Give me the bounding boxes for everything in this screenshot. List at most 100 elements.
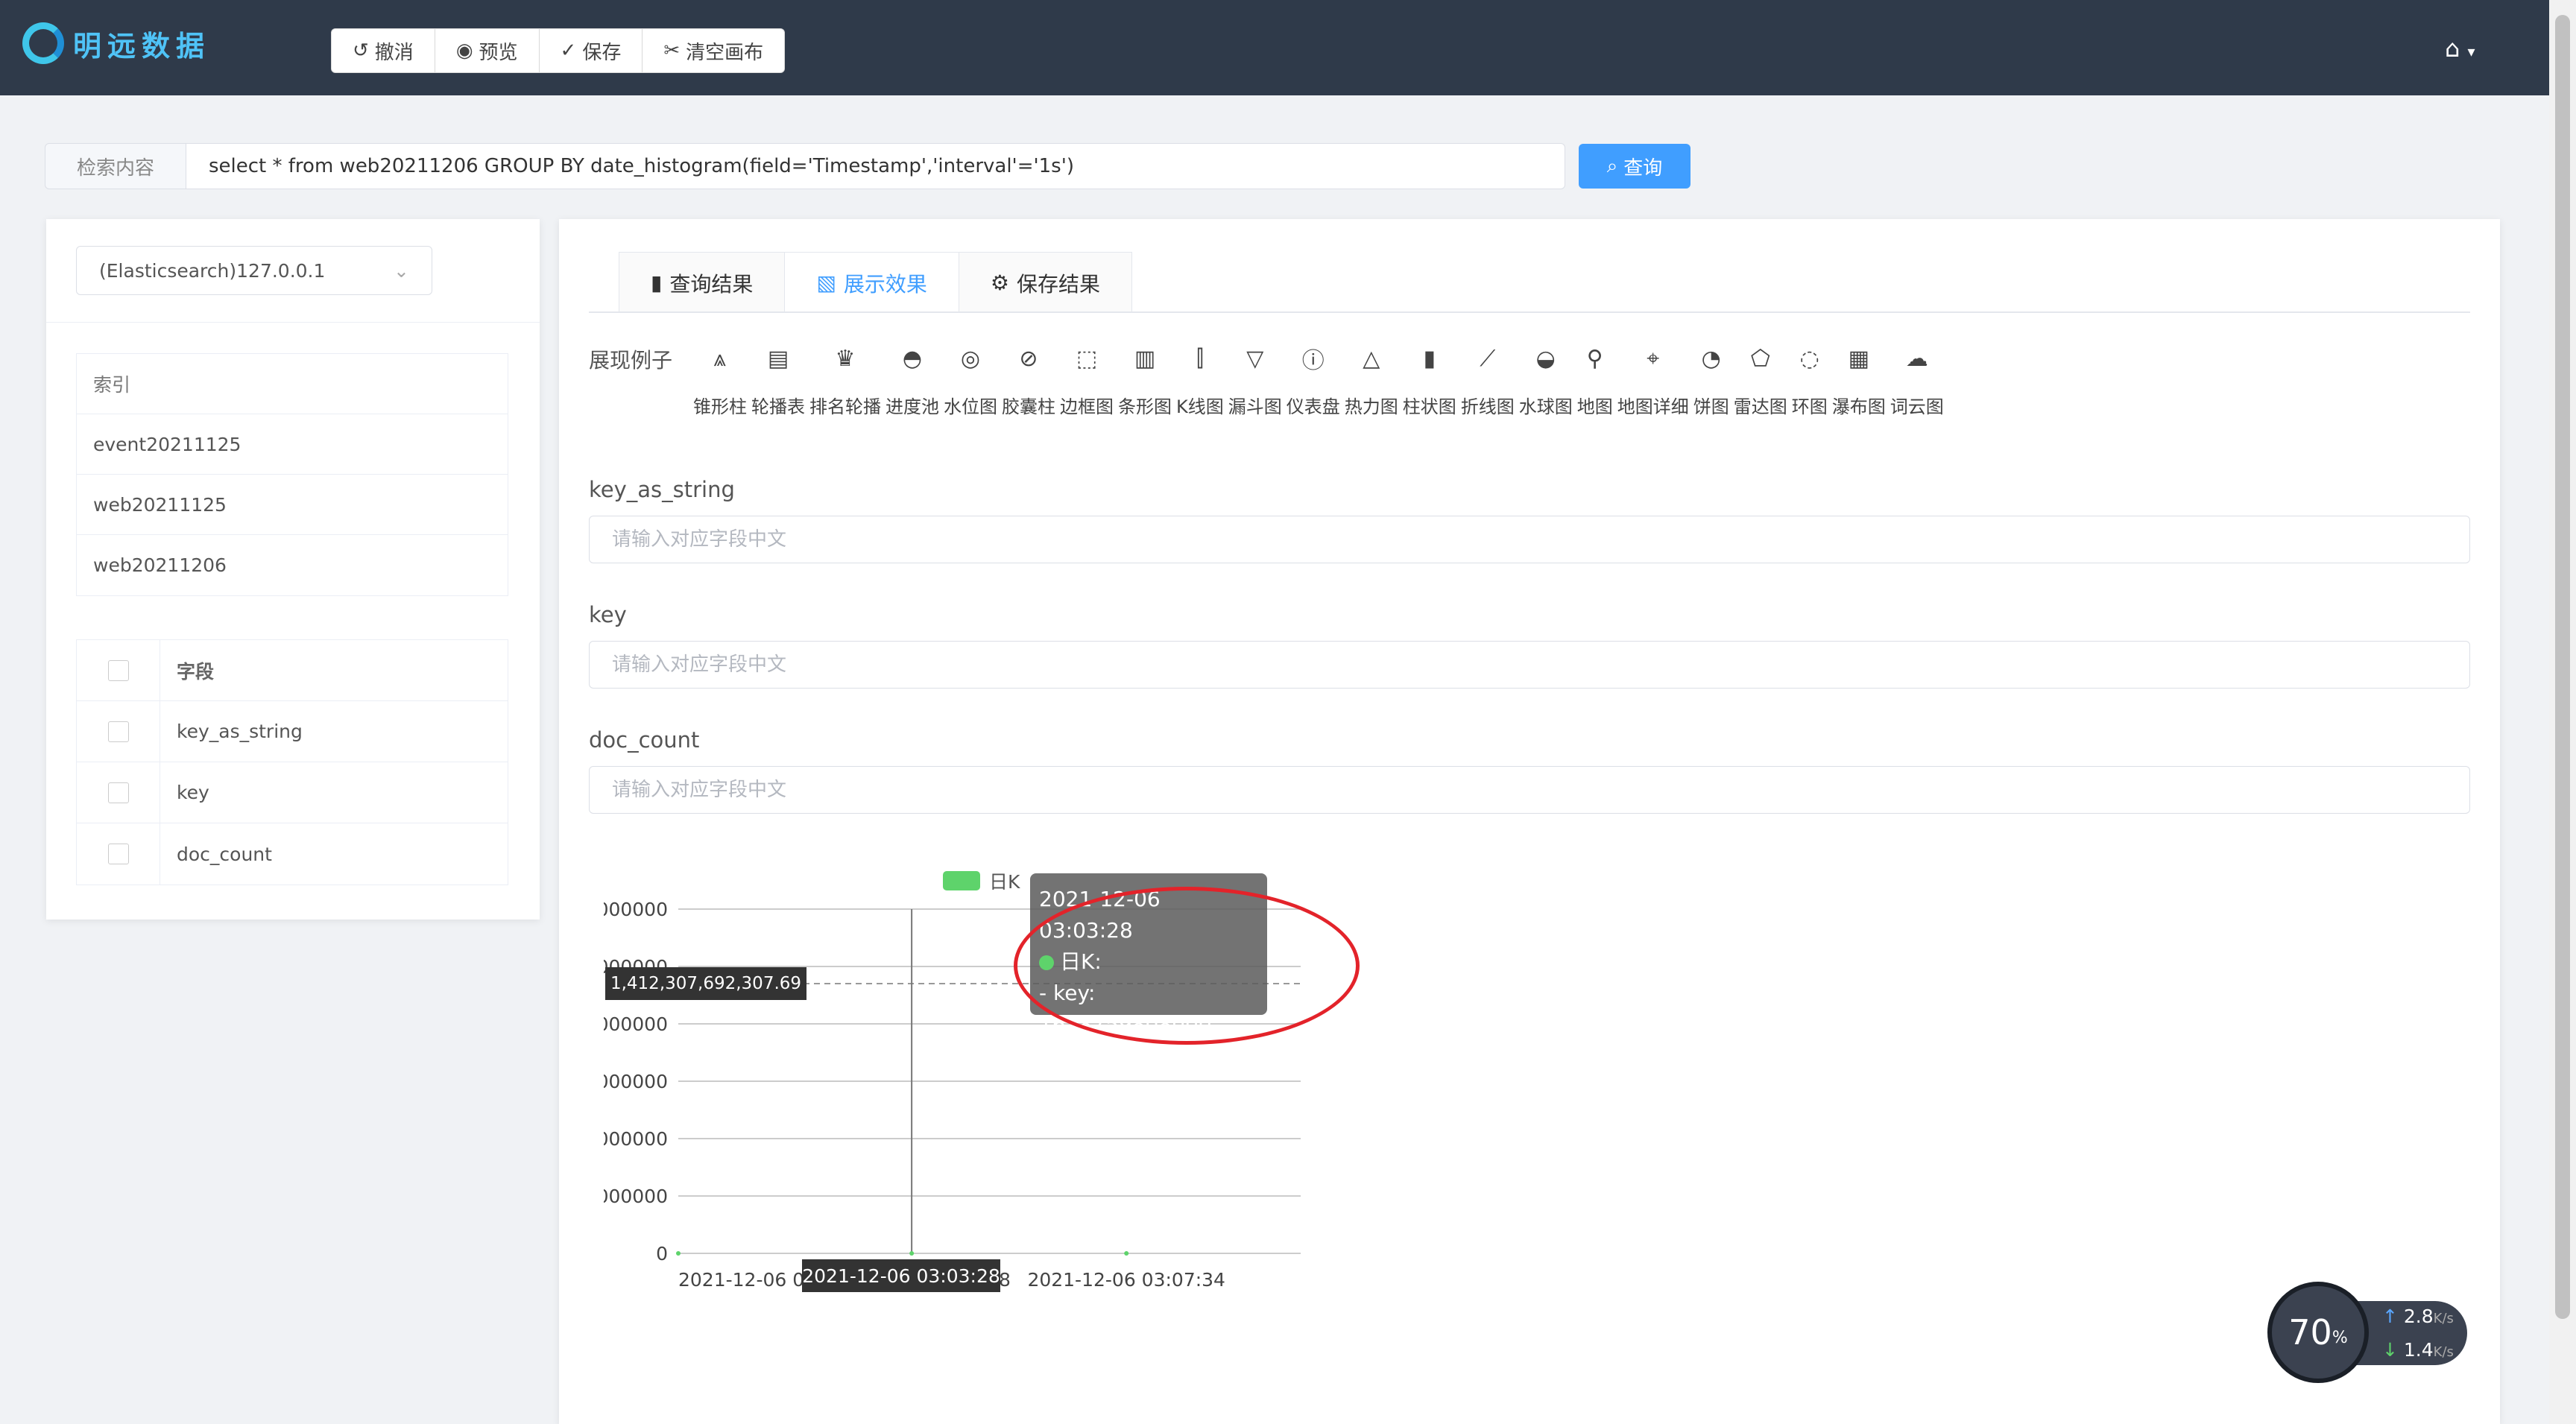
network-speed-widget[interactable]: 70% ↑ 2.8K/s ↓ 1.4K/s <box>2267 1282 2467 1383</box>
progress-pool-icon: ◓ <box>902 345 923 372</box>
map-pin-icon: ⚲ <box>1586 345 1603 372</box>
chart-example-item[interactable]: ⬚ 边框图 <box>1060 340 1114 418</box>
index-item[interactable]: web20211125 <box>77 475 508 535</box>
chart-example-label: 锥形柱 <box>693 396 747 417</box>
index-table: 索引 event20211125 web20211125 web20211206 <box>76 353 508 596</box>
series-point[interactable] <box>1124 1251 1129 1256</box>
series-point[interactable] <box>909 1251 915 1256</box>
select-all-checkbox[interactable] <box>107 659 129 681</box>
search-row: 检索内容 ⌕ 查询 <box>45 143 1690 189</box>
tab-label: 保存结果 <box>1017 271 1101 297</box>
index-item[interactable]: web20211206 <box>77 535 508 595</box>
field-checkbox[interactable] <box>107 782 129 803</box>
series-point[interactable] <box>676 1251 681 1256</box>
chart-example-item[interactable]: ⫿ K线图 <box>1176 340 1224 418</box>
percent-unit: % <box>2332 1328 2348 1347</box>
field-checkbox[interactable] <box>107 721 129 742</box>
home-menu[interactable]: ⌂ ▾ <box>2445 34 2475 63</box>
chart-example-item[interactable]: ⚲ 地图 <box>1577 340 1613 418</box>
field-row: doc_count <box>77 823 508 885</box>
tab-image[interactable]: ▧ 展示效果 <box>785 252 959 313</box>
chart-example-label: 进度池 <box>886 396 939 417</box>
scrollbar-thumb[interactable] <box>2555 15 2570 1319</box>
chart-example-label: 柱状图 <box>1402 396 1456 417</box>
toolbar-button-scissors[interactable]: ✂ 清空画布 <box>643 29 784 72</box>
chart-example-label: 热力图 <box>1344 396 1398 417</box>
gauge-icon: ⓘ <box>1301 348 1325 374</box>
chart-example-item[interactable]: ◒ 水球图 <box>1519 340 1573 418</box>
chart-example-label: 水球图 <box>1518 396 1573 417</box>
chart-example-item[interactable]: ☁ 词云图 <box>1890 340 1944 418</box>
chart-example-item[interactable]: ◓ 进度池 <box>886 340 939 418</box>
toolbar-button-eye[interactable]: ◉ 预览 <box>435 29 540 72</box>
chart-example-label: 折线图 <box>1460 396 1515 417</box>
chart-example-item[interactable]: ⟋ 折线图 <box>1461 340 1515 418</box>
chart-example-label: 水位图 <box>944 396 997 417</box>
field-checkbox-cell <box>77 823 160 885</box>
chart-example-item[interactable]: ⩓ 锥形柱 <box>693 340 747 418</box>
tab-bar-chart[interactable]: ▮ 查询结果 <box>619 252 786 313</box>
tab-gear[interactable]: ⚙ 保存结果 <box>959 252 1133 313</box>
capsule-bar-icon: ⊘ <box>1019 345 1038 372</box>
water-level-icon: ◎ <box>960 345 981 372</box>
download-speed: 1.4 <box>2403 1339 2434 1361</box>
field-checkbox-cell <box>77 762 160 823</box>
chart-examples: ⩓ 锥形柱 ▤ 轮播表 ♛ 排名轮播 ◓ 进度池 ◎ 水位图 ⊘ 胶囊柱 ⬚ 边框图 ▥ 条形图 ⫿ K线图 ▽ 漏斗… <box>693 340 1948 418</box>
field-mapping-input[interactable] <box>589 516 2470 563</box>
chart-example-label: 排名轮播 <box>809 396 881 417</box>
field-table-header: 字段 <box>77 640 508 701</box>
field-checkbox-cell <box>77 701 160 762</box>
chart-example-item[interactable]: ◔ 饼图 <box>1693 340 1729 418</box>
chart-example-item[interactable]: ▤ 轮播表 <box>751 340 805 418</box>
page-scrollbar[interactable] <box>2549 0 2576 1424</box>
search-label: 检索内容 <box>45 143 186 189</box>
download-unit: K/s <box>2433 1344 2454 1360</box>
chart-example-item[interactable]: ◎ 水位图 <box>944 340 997 418</box>
chart-example-label: 地图详细 <box>1617 396 1689 417</box>
funnel-icon: ▽ <box>1246 345 1264 372</box>
field-mapping-label: key <box>589 602 627 627</box>
word-cloud-icon: ☁ <box>1905 345 1928 372</box>
chevron-down-icon: ⌄ <box>394 259 409 282</box>
check-icon: ✓ <box>560 39 577 62</box>
chart-example-item[interactable]: ⬠ 雷达图 <box>1734 340 1787 418</box>
chart-example-label: 仪表盘 <box>1286 396 1340 417</box>
chart-example-item[interactable]: △ 热力图 <box>1345 340 1398 418</box>
query-button[interactable]: ⌕ 查询 <box>1579 144 1690 189</box>
canvas-toolbar: ↺ 撤消 ◉ 预览 ✓ 保存 ✂ 清空画布 <box>331 28 786 73</box>
field-row: key <box>77 762 508 823</box>
toolbar-button-check[interactable]: ✓ 保存 <box>540 29 643 72</box>
chart-example-item[interactable]: ◌ 环图 <box>1792 340 1828 418</box>
toolbar-button-label: 清空画布 <box>686 41 764 64</box>
index-item[interactable]: event20211125 <box>77 414 508 475</box>
sql-query-input[interactable] <box>186 143 1565 189</box>
logo[interactable]: 明远数据 <box>22 22 210 64</box>
field-checkbox[interactable] <box>107 844 129 864</box>
field-mapping-input[interactable] <box>589 766 2470 814</box>
rank-carousel-icon: ♛ <box>835 345 856 372</box>
chart-example-item[interactable]: ▮ 柱状图 <box>1403 340 1456 418</box>
carousel-table-icon: ▤ <box>767 345 789 372</box>
heatmap-icon: △ <box>1363 345 1380 372</box>
upload-unit: K/s <box>2433 1311 2454 1326</box>
chart-example-item[interactable]: ⓘ 仪表盘 <box>1287 340 1340 418</box>
bar-chart-icon: ▮ <box>651 270 663 295</box>
x-axis-pointer-label: 2021-12-06 03:03:28 <box>802 1259 1000 1292</box>
toolbar-button-label: 撤消 <box>374 41 414 64</box>
chart-example-item[interactable]: ▦ 瀑布图 <box>1832 340 1886 418</box>
chart-example-label: 环图 <box>1791 396 1828 417</box>
logo-ring-icon <box>22 22 64 64</box>
chart-example-item[interactable]: ▽ 漏斗图 <box>1228 340 1282 418</box>
chart-example-item[interactable]: ⌖ 地图详细 <box>1617 340 1689 418</box>
chart-example-label: 雷达图 <box>1733 396 1787 417</box>
datasource-select[interactable]: (Elasticsearch)127.0.0.1 ⌄ <box>76 246 432 295</box>
field-mapping-input[interactable] <box>589 641 2470 689</box>
chart-example-item[interactable]: ▥ 条形图 <box>1118 340 1172 418</box>
toolbar-button-undo[interactable]: ↺ 撤消 <box>332 29 435 72</box>
chart-example-item[interactable]: ⊘ 胶囊柱 <box>1002 340 1055 418</box>
top-bar: 明远数据 ↺ 撤消 ◉ 预览 ✓ 保存 ✂ 清空画布 ⌂ ▾ <box>0 0 2576 95</box>
chart-example-item[interactable]: ♛ 排名轮播 <box>809 340 881 418</box>
annotation-ellipse <box>1014 887 1360 1045</box>
chart-example-label: K线图 <box>1176 396 1224 417</box>
field-header-label: 字段 <box>177 660 215 683</box>
